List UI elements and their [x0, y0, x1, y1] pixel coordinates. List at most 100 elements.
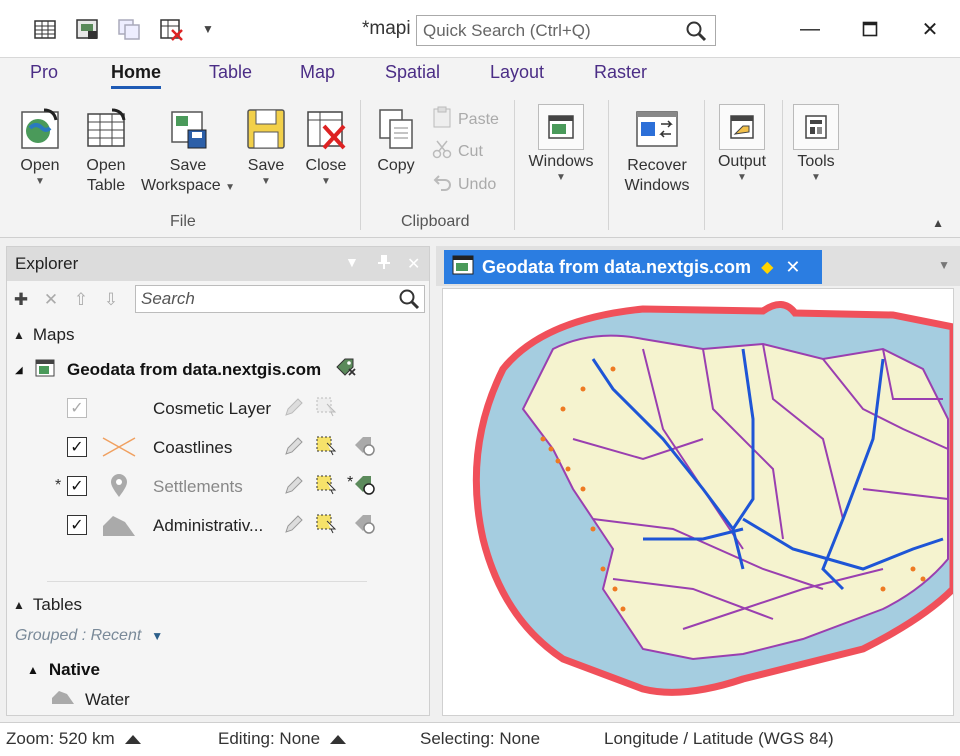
- label-zoom-icon[interactable]: [353, 474, 377, 498]
- pencil-icon[interactable]: [283, 474, 307, 498]
- expand-triangle-icon[interactable]: ◢: [15, 365, 35, 376]
- scissors-icon: [432, 139, 452, 164]
- layer-row-cosmetic[interactable]: ✓ Cosmetic Layer: [57, 393, 427, 423]
- close-table-icon[interactable]: [156, 14, 186, 44]
- chevron-down-icon: ▼: [321, 176, 331, 187]
- paste-button[interactable]: Paste: [432, 106, 499, 133]
- save-copy-icon: [114, 14, 144, 44]
- save-workspace-button[interactable]: Save Workspace ▼: [140, 104, 236, 196]
- editing-menu-icon[interactable]: [330, 734, 347, 744]
- tab-home[interactable]: Home: [111, 62, 162, 89]
- editing-status[interactable]: Editing: None: [218, 729, 347, 749]
- pencil-icon[interactable]: [283, 396, 307, 420]
- tab-spatial[interactable]: Spatial: [385, 62, 440, 83]
- minimize-button[interactable]: —: [780, 0, 840, 58]
- tab-pro[interactable]: Pro: [30, 62, 58, 83]
- selectable-icon[interactable]: [315, 513, 339, 537]
- open-table-label-2: Table: [86, 177, 126, 194]
- tab-layout[interactable]: Layout: [490, 62, 544, 83]
- selecting-status: Selecting: None: [420, 729, 540, 749]
- explorer-search-input[interactable]: Search: [135, 285, 425, 313]
- native-group[interactable]: ▲ Native: [27, 660, 100, 680]
- document-tab[interactable]: Geodata from data.nextgis.com ◆ ✕: [444, 250, 822, 284]
- recover-windows-button[interactable]: Recover Windows: [616, 104, 698, 196]
- collapse-icon[interactable]: ▲: [13, 598, 25, 612]
- close-tab-icon[interactable]: ✕: [785, 257, 800, 278]
- zoom-menu-icon[interactable]: [124, 734, 141, 744]
- output-button[interactable]: Output ▼: [712, 104, 772, 184]
- collapse-icon[interactable]: ▲: [13, 328, 25, 342]
- undo-button[interactable]: Undo: [432, 172, 496, 197]
- quick-search-input[interactable]: Quick Search (Ctrl+Q): [416, 15, 716, 46]
- chevron-down-icon: ▼: [151, 629, 164, 643]
- window-title: *mapi: [362, 18, 411, 39]
- tables-section[interactable]: ▲ Tables: [13, 595, 82, 615]
- move-up-icon[interactable]: ⇧: [73, 290, 89, 310]
- paste-icon: [432, 106, 452, 133]
- grouped-label: Grouped : Recent: [15, 627, 142, 644]
- label-zoom-icon[interactable]: [353, 435, 377, 459]
- group-separator: [360, 100, 361, 230]
- label-zoom-icon[interactable]: [353, 513, 377, 537]
- map-icon: [452, 255, 474, 280]
- panel-menu-icon[interactable]: ▼: [345, 254, 359, 270]
- zoom-status[interactable]: Zoom: 520 km: [6, 729, 141, 749]
- layer-row-administrative[interactable]: ✓ Administrativ...: [57, 510, 427, 540]
- pencil-icon[interactable]: [283, 435, 307, 459]
- selectable-icon[interactable]: [315, 396, 339, 420]
- tab-table[interactable]: Table: [209, 62, 252, 83]
- customize-qat-icon[interactable]: ▼: [198, 14, 218, 44]
- pin-icon[interactable]: [377, 254, 391, 273]
- move-down-icon[interactable]: ⇩: [103, 290, 119, 310]
- group-by-dropdown[interactable]: Grouped : Recent ▼: [15, 627, 163, 645]
- open-button[interactable]: Open ▼: [16, 104, 64, 188]
- tab-map[interactable]: Map: [300, 62, 335, 83]
- explorer-search-placeholder: Search: [141, 289, 195, 308]
- save-map-icon[interactable]: [72, 14, 102, 44]
- selectable-icon[interactable]: [315, 435, 339, 459]
- close-window-button[interactable]: ✕: [900, 0, 960, 58]
- table-icon: [82, 104, 130, 154]
- table-item-water[interactable]: Water: [51, 689, 130, 710]
- close-button[interactable]: Close ▼: [302, 104, 350, 188]
- projection-status[interactable]: Longitude / Latitude (WGS 84): [604, 729, 834, 749]
- maps-label: Maps: [32, 325, 75, 344]
- layer-name: Administrativ...: [153, 516, 264, 535]
- copy-button[interactable]: Copy: [372, 104, 420, 176]
- open-table-button[interactable]: Open Table: [82, 104, 130, 196]
- pencil-icon[interactable]: [283, 513, 307, 537]
- editing-label: Editing: None: [218, 729, 321, 748]
- section-divider: [47, 581, 367, 582]
- save-button[interactable]: Save ▼: [242, 104, 290, 188]
- close-panel-icon[interactable]: ✕: [407, 254, 420, 274]
- layer-visibility-checkbox[interactable]: ✓: [67, 437, 87, 457]
- cut-button[interactable]: Cut: [432, 139, 483, 164]
- layer-visibility-checkbox[interactable]: ✓: [67, 398, 87, 418]
- windows-button[interactable]: Windows ▼: [524, 104, 598, 184]
- undo-label: Undo: [458, 175, 497, 193]
- quick-access-toolbar: ▼: [30, 14, 218, 44]
- copy-label: Copy: [377, 157, 415, 174]
- tools-button[interactable]: Tools ▼: [790, 104, 842, 184]
- layer-row-coastlines[interactable]: ✓ Coastlines: [57, 432, 427, 462]
- collapse-icon[interactable]: ▲: [27, 663, 39, 677]
- tab-raster[interactable]: Raster: [594, 62, 647, 83]
- layer-visibility-checkbox[interactable]: ✓: [67, 515, 87, 535]
- remove-icon[interactable]: ✕: [43, 290, 59, 310]
- layer-visibility-checkbox[interactable]: ✓: [67, 476, 87, 496]
- document-list-icon[interactable]: ▼: [938, 258, 950, 272]
- collapse-ribbon-icon[interactable]: ▲: [932, 216, 944, 230]
- layer-row-settlements[interactable]: * ✓ Settlements *: [55, 471, 427, 501]
- map-properties-icon[interactable]: [335, 357, 359, 384]
- map-item[interactable]: ◢ Geodata from data.nextgis.com: [15, 357, 425, 383]
- new-table-icon[interactable]: [30, 14, 60, 44]
- add-icon[interactable]: ✚: [13, 290, 29, 310]
- chevron-down-icon: ▼: [556, 172, 566, 183]
- maximize-button[interactable]: [840, 0, 900, 58]
- open-label: Open: [20, 157, 60, 174]
- selectable-icon[interactable]: [315, 474, 339, 498]
- maps-section[interactable]: ▲ Maps: [13, 325, 74, 345]
- file-group-label: File: [170, 213, 196, 230]
- map-canvas[interactable]: [442, 288, 954, 716]
- explorer-panel: Explorer ▼ ✕ ✚ ✕ ⇧ ⇩ Search ▲ Maps ◢ Geo…: [6, 246, 430, 716]
